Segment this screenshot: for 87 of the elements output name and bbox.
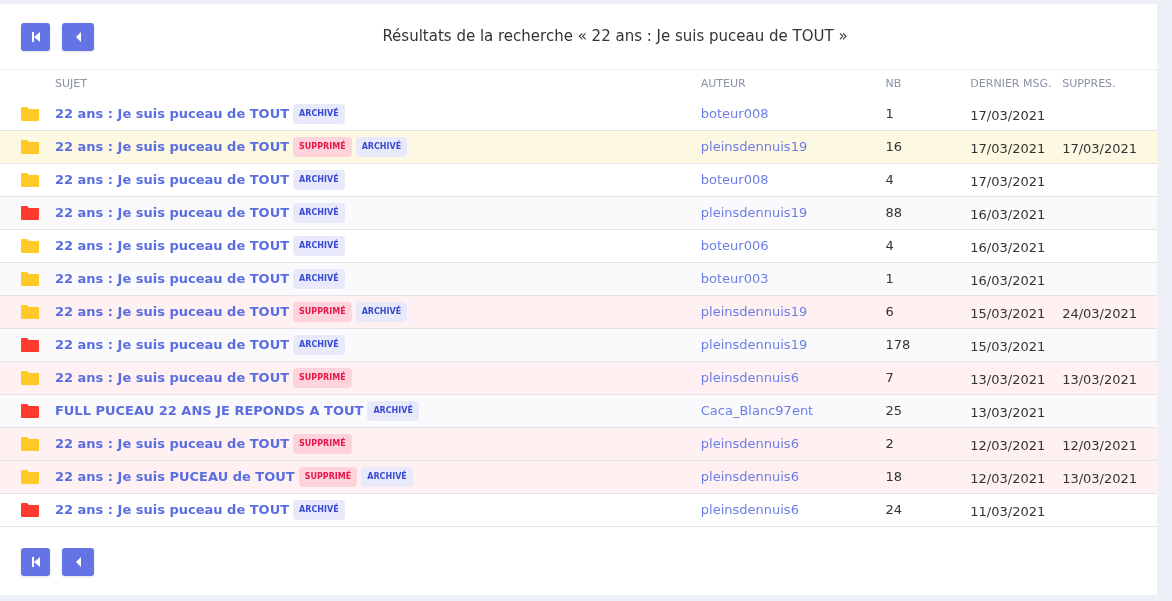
last-message-date: 12/03/2021 [970,437,1046,453]
topic-link[interactable]: 22 ans : Je suis puceau de TOUT [54,368,290,388]
last-message-date: 16/03/2021 [970,206,1046,222]
author-link[interactable]: boteur003 [700,271,769,287]
message-count: 1 [885,106,894,122]
first-page-icon [31,557,40,567]
message-count: 2 [885,436,894,452]
message-count: 4 [885,238,894,254]
archived-tag: ARCHIVÉ [293,269,345,289]
last-message-date: 17/03/2021 [970,173,1046,189]
first-page-button[interactable] [21,548,50,576]
message-count: 88 [885,205,902,221]
topic-link[interactable]: 22 ans : Je suis puceau de TOUT [54,269,290,289]
deleted-tag: SUPPRIMÉ [293,368,352,388]
last-message-date: 15/03/2021 [970,338,1046,354]
column-header: NB [885,76,902,90]
previous-page-icon [75,31,81,42]
topic-link[interactable]: 22 ans : Je suis puceau de TOUT [54,170,290,190]
author-link[interactable]: pleinsdennuis6 [700,370,799,386]
message-count: 178 [885,337,911,353]
author-link[interactable]: pleinsdennuis19 [700,337,808,353]
previous-page-icon [75,557,81,567]
deleted-tag: SUPPRIMÉ [293,302,352,322]
message-count: 24 [885,502,902,518]
archived-tag: ARCHIVÉ [355,137,408,157]
topic-link[interactable]: 22 ans : Je suis puceau de TOUT [54,335,290,355]
last-message-date: 15/03/2021 [970,305,1046,321]
deleted-tag: SUPPRIMÉ [298,467,358,487]
last-message-date: 17/03/2021 [970,107,1046,123]
previous-page-button[interactable] [62,548,94,576]
author-link[interactable]: boteur008 [700,106,769,122]
first-page-icon [31,31,40,42]
message-count: 7 [885,370,894,386]
author-link[interactable]: boteur008 [700,172,769,188]
message-count: 6 [885,304,894,320]
archived-tag: ARCHIVÉ [293,500,345,520]
first-page-button[interactable] [21,22,50,51]
author-link[interactable]: pleinsdennuis6 [700,502,799,518]
archived-tag: ARCHIVÉ [293,203,345,223]
topic-link[interactable]: 22 ans : Je suis puceau de TOUT [54,434,290,454]
previous-page-button[interactable] [62,22,94,51]
deletion-date: 24/03/2021 [1062,305,1138,321]
archived-tag: ARCHIVÉ [355,302,408,322]
topic-link[interactable]: 22 ans : Je suis puceau de TOUT [54,500,290,520]
archived-tag: ARCHIVÉ [361,467,413,487]
results-title: Résultats de la recherche « 22 ans : Je suis puceau de TOUT » [382,26,848,48]
deletion-date: 17/03/2021 [1062,140,1138,156]
last-message-date: 13/03/2021 [970,371,1046,387]
topic-link[interactable]: 22 ans : Je suis PUCEAU de TOUT [54,467,295,487]
column-header: AUTEUR [700,76,746,90]
last-message-date: 12/03/2021 [970,470,1046,486]
deletion-date: 12/03/2021 [1062,437,1138,453]
last-message-date: 16/03/2021 [970,239,1046,255]
message-count: 16 [885,139,902,155]
column-header: SUJET [54,76,87,90]
last-message-date: 11/03/2021 [970,503,1046,519]
topic-link[interactable]: 22 ans : Je suis puceau de TOUT [54,104,290,124]
topic-link[interactable]: 22 ans : Je suis puceau de TOUT [54,203,290,223]
column-header: SUPPRES. [1062,76,1116,90]
topic-link[interactable]: 22 ans : Je suis puceau de TOUT [54,236,290,256]
archived-tag: ARCHIVÉ [293,170,345,190]
archived-tag: ARCHIVÉ [367,401,419,421]
deleted-tag: SUPPRIMÉ [293,137,352,157]
author-link[interactable]: Caca_Blanc97ent [700,403,814,419]
last-message-date: 16/03/2021 [970,272,1046,288]
deletion-date: 13/03/2021 [1062,371,1138,387]
topic-link[interactable]: 22 ans : Je suis puceau de TOUT [54,137,290,157]
column-header: DERNIER MSG. [970,76,1052,90]
archived-tag: ARCHIVÉ [293,236,345,256]
author-link[interactable]: pleinsdennuis19 [700,139,808,155]
last-message-date: 13/03/2021 [970,404,1046,420]
deletion-date: 13/03/2021 [1062,470,1138,486]
topic-link[interactable]: FULL PUCEAU 22 ANS JE REPONDS A TOUT [54,401,364,421]
author-link[interactable]: pleinsdennuis6 [700,436,799,452]
author-link[interactable]: boteur006 [700,238,769,254]
message-count: 4 [885,172,894,188]
author-link[interactable]: pleinsdennuis6 [700,469,799,485]
deleted-tag: SUPPRIMÉ [293,434,352,454]
author-link[interactable]: pleinsdennuis19 [700,304,808,320]
topic-link[interactable]: 22 ans : Je suis puceau de TOUT [54,302,290,322]
archived-tag: ARCHIVÉ [293,335,345,355]
message-count: 18 [885,469,902,485]
archived-tag: ARCHIVÉ [293,104,345,124]
last-message-date: 17/03/2021 [970,140,1046,156]
message-count: 25 [885,403,902,419]
author-link[interactable]: pleinsdennuis19 [700,205,808,221]
message-count: 1 [885,271,894,287]
